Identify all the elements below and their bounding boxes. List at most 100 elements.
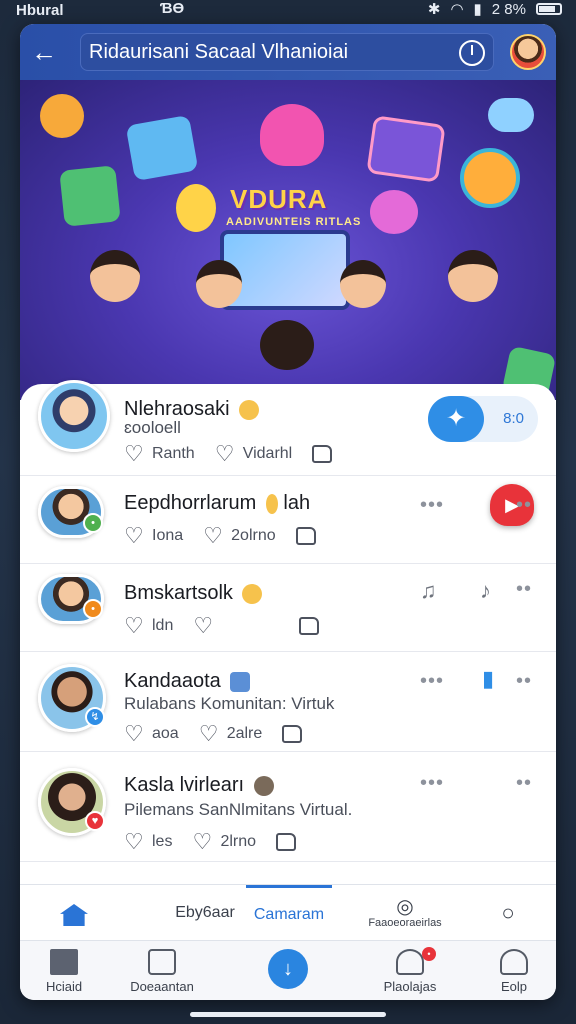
thumbs-up-icon — [282, 725, 303, 743]
thumb-action[interactable] — [276, 832, 297, 852]
nav-documents[interactable]: Doeaantan — [112, 941, 212, 1000]
back-button[interactable]: ← — [20, 24, 68, 80]
nav-help[interactable]: Eolp — [464, 941, 556, 1000]
thumb-action[interactable] — [295, 526, 316, 546]
home-indicator[interactable] — [190, 1012, 386, 1017]
share-icon — [203, 526, 225, 546]
tab-chat[interactable]: ○ — [480, 885, 536, 941]
tab-favorites[interactable]: ◎ Faaoeoraeirlas — [350, 885, 460, 941]
bulb-sticker — [176, 184, 216, 232]
banner-heading: VDURA — [230, 184, 328, 214]
more-icon[interactable]: ••• — [420, 772, 444, 795]
post-name: Bmskartsolk — [124, 582, 263, 605]
thumbs-up-icon — [295, 527, 316, 545]
post-name-text: Bmskartsolk — [124, 582, 233, 604]
post-name-suffix: lah — [283, 492, 311, 514]
emoji-icon — [253, 775, 274, 796]
status-badge: • — [83, 513, 103, 533]
person-icon — [500, 949, 528, 975]
nav-home[interactable]: Hciaid — [20, 941, 114, 1000]
nav-profiles[interactable]: • Plaolajas — [360, 941, 460, 1000]
like-count: Ranth — [152, 445, 195, 462]
share-action[interactable] — [193, 616, 215, 636]
hero-banner: VDURA AADIVUNTEIS RITLAS — [20, 80, 556, 400]
avatar[interactable]: ♥ — [38, 768, 106, 836]
like-action[interactable]: Iona — [124, 526, 183, 546]
avatar[interactable]: • — [38, 574, 104, 624]
avatar[interactable]: ↯ — [38, 664, 106, 732]
like-action[interactable]: ldn — [124, 616, 173, 636]
social-toggle[interactable]: ✦ 8:0 — [428, 396, 538, 442]
post-actions: les 2lrno — [124, 832, 297, 852]
avatar[interactable]: • — [38, 486, 104, 538]
share-action[interactable]: 2lrno — [192, 832, 256, 852]
monster-sticker — [260, 104, 324, 166]
post-subtitle: Rulabans Komunitan: Virtuk — [124, 694, 335, 713]
more-icon-secondary[interactable]: •• — [516, 494, 532, 517]
post-name-text: Kasla lvirlearı — [124, 774, 245, 796]
avatar[interactable] — [38, 380, 110, 452]
title-bar[interactable]: Ridaurisani Sacaal Vlhanioiai — [80, 33, 494, 71]
nav-home-label: Hciaid — [45, 979, 83, 994]
featured-name-text: Nlehraosaki — [124, 398, 230, 420]
banner-subheading: AADIVUNTEIS RITLAS — [226, 216, 362, 228]
share-action[interactable]: 2olrno — [203, 526, 275, 546]
status-badge: ↯ — [85, 707, 105, 727]
nav-help-label: Eolp — [500, 979, 528, 994]
thumb-action[interactable] — [312, 444, 333, 464]
app-window: ← Ridaurisani Sacaal Vlhanioiai VDURA AA… — [20, 24, 556, 1000]
list-item[interactable]: • Eepdhorrlarum lah Iona 2olrno ••• •• — [20, 476, 556, 564]
power-icon[interactable] — [459, 40, 485, 66]
music-note-icon-small[interactable]: ♪ — [480, 578, 491, 604]
like-action[interactable]: aoa — [124, 724, 179, 744]
page-title: Ridaurisani Sacaal Vlhanioiai — [89, 40, 349, 63]
more-icon-secondary[interactable]: •• — [516, 670, 532, 693]
featured-row[interactable]: Nlehraosaki ɛooloell Ranth Vidarhl ✦ 8:0… — [20, 380, 556, 526]
status-badge: ♥ — [85, 811, 105, 831]
more-icon-secondary[interactable]: •• — [516, 772, 532, 795]
thumb-action[interactable] — [282, 724, 303, 744]
kid-illustration-2 — [196, 260, 242, 308]
share-action[interactable]: 2alre — [199, 724, 263, 744]
tab-feed[interactable]: Eby6aar — [160, 885, 250, 941]
list-item[interactable]: • Bmskartsolk ldn ♫ ♪ •• — [20, 564, 556, 652]
share-count: 2alre — [226, 725, 263, 742]
more-icon[interactable]: ••• — [420, 494, 444, 517]
like-action[interactable]: Ranth — [124, 444, 195, 464]
more-icon[interactable]: ••• — [420, 670, 444, 693]
nav-profiles-label: Plaolajas — [383, 979, 437, 994]
like-action[interactable]: les — [124, 832, 172, 852]
share-action[interactable]: Vidarhl — [215, 444, 293, 464]
tab-community[interactable]: Camaram — [246, 885, 332, 941]
profile-avatar[interactable] — [510, 34, 546, 70]
app-bar: ← Ridaurisani Sacaal Vlhanioiai — [20, 24, 556, 80]
heart-icon — [124, 832, 146, 852]
list-item[interactable]: ↯ Kandaaota Rulabans Komunitan: Virtuk a… — [20, 652, 556, 752]
palette-sticker — [460, 148, 520, 208]
lightning-tile-sticker — [125, 114, 199, 182]
list-item[interactable]: ♥ Kasla lvirlearı Pilemans SanNlmitans V… — [20, 752, 556, 862]
share-icon — [193, 616, 215, 636]
share-count: Vidarhl — [242, 445, 293, 462]
thumb-action[interactable] — [299, 616, 320, 636]
share-icon — [192, 832, 214, 852]
people-icon — [396, 949, 424, 975]
cloud-sticker — [488, 98, 534, 132]
more-icon[interactable]: •• — [516, 578, 532, 601]
music-note-icon[interactable]: ♫ — [420, 578, 437, 604]
kid-illustration-5 — [448, 250, 498, 302]
nav-documents-label: Doeaantan — [130, 979, 194, 994]
thumbs-up-icon — [276, 833, 297, 851]
laptop-screen-illustration — [220, 230, 350, 310]
tab-home[interactable] — [44, 885, 104, 941]
compose-button[interactable]: ↓ — [268, 949, 308, 989]
post-name: Kandaaota — [124, 670, 251, 693]
wifi-icon: ◠ — [450, 1, 464, 18]
compose-icon: ↓ — [283, 958, 293, 980]
like-count: aoa — [152, 725, 179, 742]
kid-illustration-4 — [340, 260, 386, 308]
notification-dot: • — [422, 947, 436, 961]
post-name: Eepdhorrlarum lah — [124, 492, 310, 515]
share-count: 2lrno — [220, 833, 257, 850]
microphone-icon[interactable]: ▮ — [482, 666, 494, 692]
